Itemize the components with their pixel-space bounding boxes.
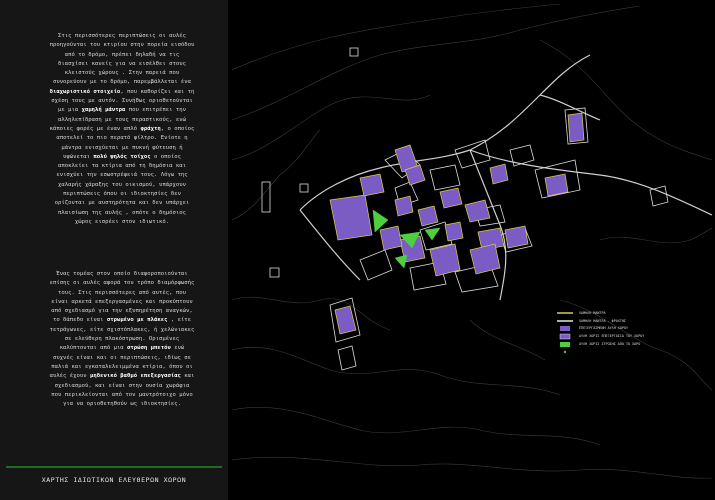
- legend-label: ΧΑΜΗΛΗ ΜΑΝΤΡΑ - ΦΡΑΧΤΗΣ: [579, 319, 626, 323]
- courtyard-paved: [567, 112, 585, 143]
- legend-green-swatch: [560, 342, 570, 347]
- courtyard-paved: [504, 225, 529, 249]
- courtyard-paved: [439, 187, 463, 209]
- contour-line: [231, 407, 601, 446]
- legend-item: ΧΑΜΗΛΗ ΜΑΝΤΡΑ - ΦΡΑΧΤΗΣ: [575, 318, 626, 324]
- contour-line: [599, 227, 713, 244]
- contour-line: [469, 319, 546, 361]
- courtyard-paved: [544, 173, 569, 197]
- contour-lines: [231, 3, 713, 479]
- building: [261, 181, 271, 213]
- legend-marker-swatch: [563, 350, 567, 354]
- courtyard-paved: [359, 173, 385, 197]
- courtyard-paved: [334, 305, 357, 335]
- building: [429, 164, 461, 191]
- contour-line: [231, 296, 391, 331]
- legend-unpaved-swatch: [559, 333, 571, 340]
- contour-line: [231, 5, 641, 121]
- building: [269, 267, 280, 278]
- courtyard-paved: [444, 221, 464, 242]
- courtyard-paved: [329, 194, 373, 241]
- building: [454, 139, 491, 169]
- legend-label: ΧΑΜΗΛΗ ΜΑΝΤΡΑ: [579, 311, 606, 315]
- legend-item: ΧΑΜΗΛΗ ΜΑΝΤΡΑ: [575, 310, 606, 316]
- contour-line: [231, 3, 561, 71]
- courtyard-paved: [429, 243, 461, 277]
- legend-paved-swatch: [560, 326, 570, 331]
- legend-item: ΑΥΛΗ ΧΩΡΙΣ ΣΤΡΩΣΗΣ ΑΠΟ ΤΟ ΧΩΡΟ: [575, 341, 640, 347]
- contour-line: [539, 39, 713, 161]
- building: [649, 185, 669, 207]
- road: [469, 149, 713, 216]
- courtyard-paved: [417, 205, 439, 227]
- building: [349, 47, 359, 57]
- courtyard-green: [394, 254, 408, 269]
- courtyard-paved: [489, 163, 509, 185]
- contour-line: [231, 129, 321, 221]
- courtyard-paved: [464, 199, 491, 223]
- courtyard-green: [424, 227, 441, 241]
- courtyard-paved: [394, 195, 414, 217]
- legend-label: ΑΥΛΗ ΧΩΡΙΣ ΕΠΕΞΕΡΓΑΣΙΑ ΤΟΥ ΧΩΡΟΥ: [579, 334, 645, 338]
- legend-item: ΑΥΛΗ ΧΩΡΙΣ ΕΠΕΞΕΡΓΑΣΙΑ ΤΟΥ ΧΩΡΟΥ: [575, 333, 644, 339]
- legend-label: ΕΠΕΞΕΡΓΑΣΜΕΝΗ ΑΥΛΗ ΧΩΡΟΥ: [579, 326, 628, 330]
- building: [509, 144, 535, 167]
- building: [359, 249, 393, 281]
- contour-line: [231, 456, 713, 479]
- contour-line: [231, 346, 561, 396]
- building: [337, 345, 357, 371]
- courtyard-paved: [379, 225, 403, 251]
- legend-item: ΕΠΕΞΕΡΓΑΣΜΕΝΗ ΑΥΛΗ ΧΩΡΟΥ: [575, 325, 628, 331]
- settlement-map: [231, 3, 713, 479]
- legend-symbols: [557, 312, 573, 354]
- building: [299, 183, 309, 193]
- courtyard-paved: [469, 243, 501, 275]
- legend-label: ΑΥΛΗ ΧΩΡΙΣ ΣΤΡΩΣΗΣ ΑΠΟ ΤΟ ΧΩΡΟ: [579, 342, 641, 346]
- private-courtyards: [329, 112, 585, 335]
